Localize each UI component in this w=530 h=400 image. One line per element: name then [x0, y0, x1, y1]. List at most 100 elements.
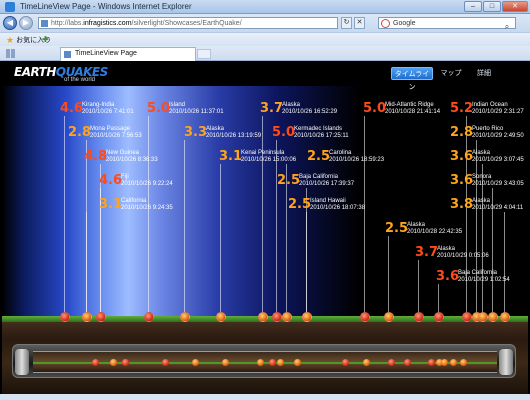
- quake-time: 2010/10/26 18:07:38: [310, 205, 366, 211]
- quake-marker[interactable]: [144, 312, 154, 322]
- quake-marker[interactable]: [258, 312, 268, 322]
- quake-time: 2010/10/26 9:24:35: [121, 205, 173, 211]
- quake-drop-line: [418, 260, 419, 318]
- quake-drop-line: [306, 212, 307, 318]
- scroller-marker: [162, 359, 169, 366]
- quake-time: 2010/10/26 9:22:24: [121, 181, 173, 187]
- scroller-marker: [428, 359, 435, 366]
- quake-magnitude: 3.7: [415, 245, 439, 260]
- scroller-marker: [441, 359, 448, 366]
- tab-map[interactable]: マップ: [438, 67, 464, 80]
- quick-tabs-icon[interactable]: [6, 49, 15, 58]
- maximize-button[interactable]: □: [483, 1, 501, 12]
- quake-place: Alaska: [472, 198, 491, 204]
- quake-marker[interactable]: [272, 312, 282, 322]
- quake-marker[interactable]: [462, 312, 472, 322]
- quake-drop-line: [220, 164, 221, 318]
- quake-marker[interactable]: [500, 312, 510, 322]
- quake-magnitude: 4.8: [84, 149, 108, 164]
- quake-place: Mid-Atlantic Ridge: [385, 102, 434, 108]
- quake-marker[interactable]: [282, 312, 292, 322]
- add-favorite-icon[interactable]: ✚: [42, 35, 54, 45]
- quake-time: 2010/10/26 11:37:01: [169, 109, 224, 115]
- quake-time: 2010/10/29 2:49:50: [472, 133, 524, 139]
- quake-time: 2010/10/28 22:42:35: [407, 229, 463, 235]
- quake-marker[interactable]: [96, 312, 106, 322]
- scroller-marker: [450, 359, 457, 366]
- quake-marker[interactable]: [384, 312, 394, 322]
- scroller-right-handle[interactable]: [499, 349, 513, 375]
- window-title: TimeLineView Page - Windows Internet Exp…: [20, 2, 192, 11]
- url-path: /silverlight/Showcases/EarthQuake/: [131, 20, 242, 27]
- scroller-marker: [269, 359, 276, 366]
- quake-marker[interactable]: [478, 312, 488, 322]
- new-tab-button[interactable]: [197, 49, 211, 59]
- forward-button[interactable]: ▶: [19, 16, 33, 30]
- quake-magnitude: 2.5: [385, 221, 409, 236]
- logo-subtitle: of the world: [64, 77, 96, 83]
- scroller-marker: [110, 359, 117, 366]
- quake-drop-line: [504, 212, 505, 318]
- tab-timeline[interactable]: タイムライン: [391, 67, 433, 91]
- quake-place: Island Hawaii: [310, 198, 346, 204]
- quake-magnitude: 3.6: [450, 173, 474, 188]
- quake-place: Carolina: [329, 150, 352, 156]
- back-button[interactable]: ◀: [3, 16, 17, 30]
- quake-marker[interactable]: [180, 312, 190, 322]
- minimize-button[interactable]: –: [464, 1, 482, 12]
- quake-time: 2010/10/26 7:56:53: [90, 133, 142, 139]
- scroller-left-handle[interactable]: [15, 349, 29, 375]
- quake-drop-line: [276, 140, 277, 318]
- star-icon: ★: [6, 35, 15, 45]
- quake-marker[interactable]: [60, 312, 70, 322]
- quake-marker[interactable]: [360, 312, 370, 322]
- tab-timelineview[interactable]: TimeLineView Page: [60, 47, 196, 61]
- stop-button[interactable]: ✕: [354, 17, 365, 29]
- scroller-track[interactable]: [33, 351, 497, 373]
- quake-drop-line: [64, 116, 65, 318]
- quake-drop-line: [86, 212, 87, 318]
- url-prefix: http://labs.: [51, 20, 84, 27]
- quake-marker[interactable]: [216, 312, 226, 322]
- quake-drop-line: [148, 116, 149, 318]
- search-input[interactable]: Google ⌕: [378, 17, 516, 31]
- quake-marker[interactable]: [414, 312, 424, 322]
- quake-place: Baja California: [299, 174, 339, 180]
- quake-time: 2010/10/29 4:04:11: [472, 205, 524, 211]
- search-provider: Google: [393, 20, 416, 27]
- quake-place: Island: [169, 102, 186, 108]
- quake-marker[interactable]: [82, 312, 92, 322]
- url-input[interactable]: http://labs.infragistics.com/silverlight…: [38, 17, 338, 29]
- window-titlebar: TimeLineView Page - Windows Internet Exp…: [0, 0, 530, 14]
- quake-place: California: [121, 198, 147, 204]
- google-icon: [381, 19, 390, 28]
- quake-place: Alaska: [206, 126, 225, 132]
- quake-time: 2010/10/26 16:52:29: [282, 109, 338, 115]
- tab-details[interactable]: 詳細: [474, 67, 494, 80]
- scroller-marker: [460, 359, 467, 366]
- quake-place: Kermadec Islands: [294, 126, 343, 132]
- quake-drop-line: [184, 140, 185, 318]
- quake-magnitude: 3.8: [450, 197, 474, 212]
- favorites-bar: ★ お気に入り ✚: [0, 32, 530, 46]
- refresh-button[interactable]: ↻: [341, 17, 352, 29]
- close-button[interactable]: ✕: [502, 1, 528, 12]
- quake-place: Alaska: [407, 222, 426, 228]
- quake-marker[interactable]: [302, 312, 312, 322]
- quake-time: 2010/10/29 3:43:05: [472, 181, 524, 187]
- quake-time: 2010/10/29 2:31:27: [472, 109, 524, 115]
- quake-place: Indian Ocean: [472, 102, 508, 108]
- quake-drop-line: [466, 116, 467, 318]
- quake-magnitude: 2.5: [307, 149, 331, 164]
- page-icon: [64, 51, 71, 58]
- quake-time: 2010/10/26 15:00:06: [241, 157, 297, 163]
- quake-place: Kirang-India: [82, 102, 115, 108]
- status-bar: [0, 394, 530, 400]
- quake-drop-line: [262, 116, 263, 318]
- timeline-scroller[interactable]: [12, 344, 516, 378]
- quake-time: 2010/10/28 21:41:14: [385, 109, 441, 115]
- quake-magnitude: 2.5: [277, 173, 301, 188]
- quake-marker[interactable]: [434, 312, 444, 322]
- quake-time: 2010/10/26 13:19:59: [206, 133, 262, 139]
- quake-marker[interactable]: [488, 312, 498, 322]
